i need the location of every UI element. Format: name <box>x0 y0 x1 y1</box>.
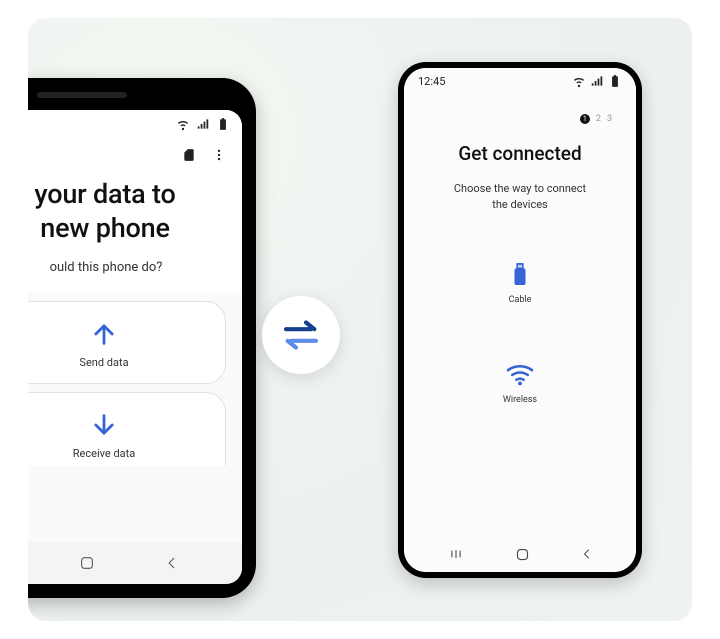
cable-option[interactable]: Cable <box>509 261 532 305</box>
title-line-2: new phone <box>40 212 169 244</box>
subtitle-line-2: the devices <box>492 198 547 211</box>
status-bar: 12:45 <box>404 68 636 94</box>
page-subtitle: ould this phone do? <box>28 250 242 293</box>
wifi-icon <box>505 363 535 387</box>
wireless-label: Wireless <box>503 395 537 405</box>
wifi-icon <box>572 74 586 88</box>
wifi-icon <box>176 117 190 131</box>
page-title: your data to new phone <box>28 172 242 250</box>
app-bar <box>28 138 242 172</box>
send-data-label: Send data <box>79 356 128 369</box>
nav-home-icon[interactable] <box>515 547 530 562</box>
more-vert-icon[interactable] <box>212 148 226 162</box>
step-3: 3 <box>607 114 612 124</box>
signal-icon <box>196 117 210 131</box>
phone-earpiece <box>37 92 127 98</box>
status-bar <box>28 110 242 138</box>
arrow-down-icon <box>90 411 118 439</box>
new-phone-mockup: 12:45 1 2 3 Get connecte <box>398 62 642 578</box>
status-clock: 12:45 <box>418 75 445 88</box>
receive-data-card[interactable]: Receive data <box>28 392 226 466</box>
nav-back-icon[interactable] <box>165 556 179 570</box>
wireless-option[interactable]: Wireless <box>503 363 537 405</box>
subtitle-line-1: Choose the way to connect <box>454 182 586 195</box>
signal-icon <box>590 74 604 88</box>
battery-icon <box>216 117 230 131</box>
usb-cable-icon <box>509 261 531 287</box>
send-data-card[interactable]: Send data <box>28 301 226 384</box>
step-1-current: 1 <box>580 114 590 124</box>
android-nav-bar <box>404 536 636 572</box>
nav-back-icon[interactable] <box>581 547 593 561</box>
battery-icon <box>608 74 622 88</box>
android-nav-bar <box>28 542 242 584</box>
nav-recents-icon[interactable] <box>448 547 464 561</box>
cable-label: Cable <box>509 295 532 305</box>
old-phone-mockup: your data to new phone ould this phone d… <box>28 78 256 598</box>
step-2: 2 <box>596 114 601 124</box>
page-title: Get connected <box>404 142 636 165</box>
swap-arrows-icon <box>281 318 321 352</box>
transfer-badge <box>262 296 340 374</box>
nav-home-icon[interactable] <box>79 555 95 571</box>
title-line-1: your data to <box>34 178 175 210</box>
sd-card-icon[interactable] <box>182 148 196 162</box>
receive-data-label: Receive data <box>73 447 135 460</box>
arrow-up-icon <box>90 320 118 348</box>
step-indicator: 1 2 3 <box>404 94 636 132</box>
page-subtitle: Choose the way to connect the devices <box>404 181 636 213</box>
